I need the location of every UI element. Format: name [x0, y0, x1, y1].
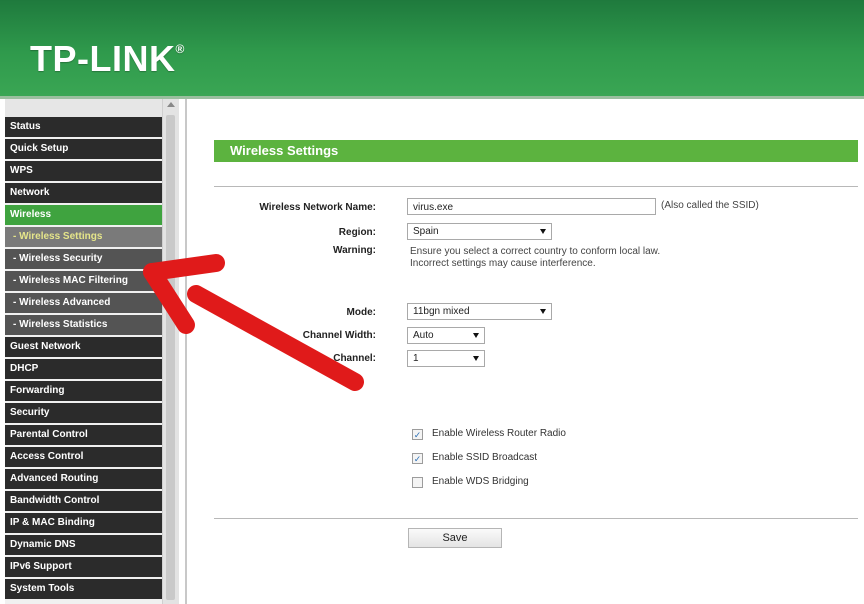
red-arrow-annotation	[143, 254, 364, 391]
